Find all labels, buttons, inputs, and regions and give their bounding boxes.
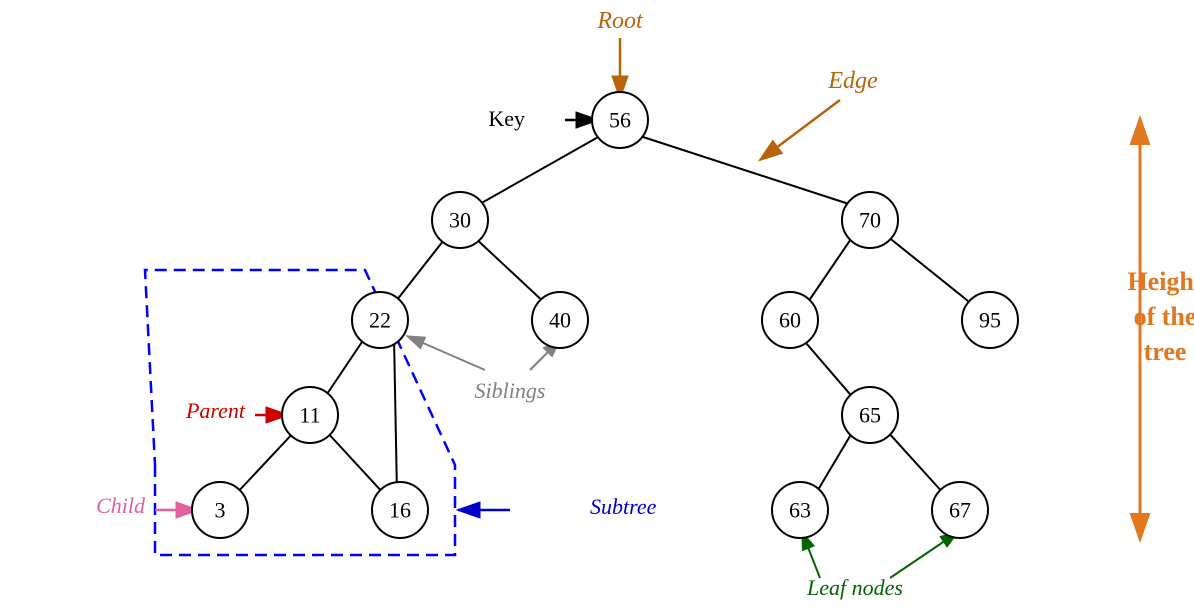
svg-text:65: 65	[859, 403, 881, 428]
node-65: 65	[842, 387, 898, 443]
svg-text:16: 16	[389, 498, 411, 523]
node-40: 40	[532, 292, 588, 348]
svg-text:70: 70	[859, 208, 881, 233]
svg-text:60: 60	[779, 308, 801, 333]
node-3: 3	[192, 482, 248, 538]
subtree-label: Subtree	[590, 494, 657, 519]
root-label: Root	[596, 8, 644, 34]
svg-text:30: 30	[449, 208, 471, 233]
height-label-line2: of the	[1134, 302, 1194, 331]
node-22: 22	[352, 292, 408, 348]
node-56: 56	[592, 92, 648, 148]
leaf-nodes-label: Leaf nodes	[806, 575, 903, 600]
node-67: 67	[932, 482, 988, 538]
node-16: 16	[372, 482, 428, 538]
parent-label: Parent	[185, 398, 246, 423]
node-11: 11	[282, 387, 338, 443]
diagram-canvas: 56 30 70 22 40 60 95 11 65 3 16 63	[0, 0, 1194, 614]
height-label-line1: Height	[1127, 267, 1194, 296]
node-63: 63	[772, 482, 828, 538]
key-label: Key	[488, 106, 525, 131]
node-30: 30	[432, 192, 488, 248]
svg-text:22: 22	[369, 308, 391, 333]
siblings-label: Siblings	[475, 378, 546, 403]
svg-text:40: 40	[549, 308, 571, 333]
node-95: 95	[962, 292, 1018, 348]
svg-text:56: 56	[609, 108, 631, 133]
node-70: 70	[842, 192, 898, 248]
svg-text:95: 95	[979, 308, 1001, 333]
child-label: Child	[96, 493, 146, 518]
svg-text:67: 67	[949, 498, 971, 523]
edge-label: Edge	[827, 68, 878, 94]
height-label-line3: tree	[1144, 337, 1187, 366]
svg-text:3: 3	[215, 498, 226, 523]
svg-text:11: 11	[299, 403, 320, 428]
node-60: 60	[762, 292, 818, 348]
svg-text:63: 63	[789, 498, 811, 523]
